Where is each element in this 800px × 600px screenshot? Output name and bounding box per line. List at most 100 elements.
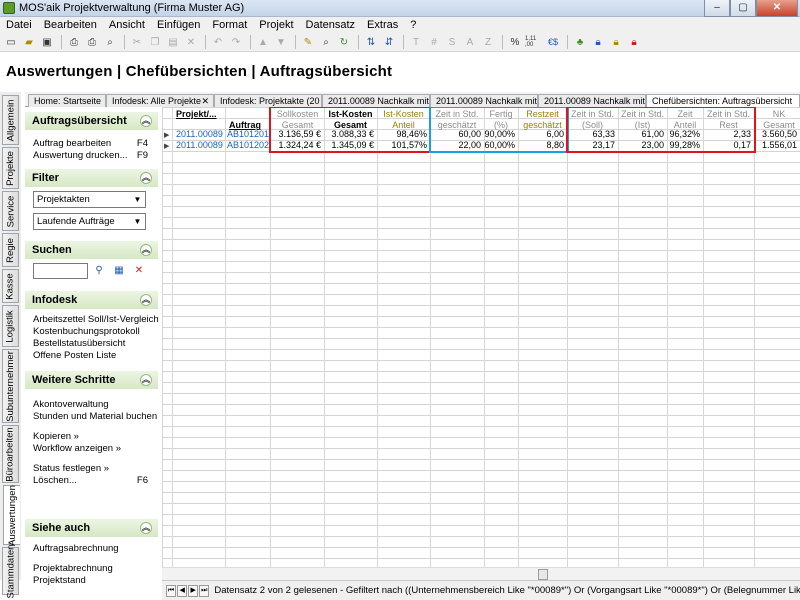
vtab-service[interactable]: Service [2, 191, 19, 231]
panel-header[interactable]: Infodesk ︽ [25, 291, 158, 309]
arrow-down-icon[interactable]: ▼ [273, 34, 289, 50]
paste-icon[interactable]: ▤ [165, 34, 181, 50]
percent-icon[interactable]: % [507, 34, 523, 50]
vtab-auswertungen[interactable]: Auswertungen [3, 485, 20, 545]
chevron-up-icon[interactable]: ︽ [140, 522, 152, 534]
offene-posten-link[interactable]: Offene Posten Liste [25, 350, 158, 362]
auftrag-bearbeiten-link[interactable]: Auftrag bearbeiten F4 [25, 138, 158, 150]
chevron-down-icon[interactable]: ▼ [131, 193, 144, 206]
stunden-material-link[interactable]: Stunden und Material buchen [25, 411, 158, 423]
panel-header[interactable]: Filter ︽ [25, 169, 158, 187]
projektstand-link[interactable]: Projektstand [25, 575, 158, 587]
kopieren-link[interactable]: Kopieren » [25, 431, 158, 443]
save-icon[interactable]: ▣ [39, 34, 55, 50]
cut-icon[interactable]: ✂ [129, 34, 145, 50]
chevron-up-icon[interactable]: ︽ [140, 374, 152, 386]
filter-select-akten[interactable]: Projektakten ▼ [33, 191, 146, 208]
table-cell-auftrag[interactable]: AB101202 [227, 140, 270, 151]
arbeitszettel-link[interactable]: Arbeitszettel Soll/Ist-Vergleich [25, 314, 159, 326]
last-record-icon[interactable]: ⏭ [199, 584, 210, 597]
tab-home[interactable]: Home: Startseite [28, 94, 106, 107]
pencil-icon[interactable]: ✎ [300, 34, 316, 50]
minimize-button[interactable]: – [704, 0, 730, 17]
tab-nachkalk-2[interactable]: 2011.00089 Nachkalk mit [430, 94, 538, 107]
sort-desc-icon[interactable]: ⇵ [381, 34, 397, 50]
tab-auftragsuebersicht[interactable]: Chefübersichten: Auftragsübersicht [646, 94, 800, 108]
table-cell-projekt[interactable]: 2011.00089 [162, 129, 225, 140]
open-icon[interactable]: ▰ [21, 34, 37, 50]
chevron-up-icon[interactable]: ︽ [140, 115, 152, 127]
refresh-icon[interactable]: ↻ [336, 34, 352, 50]
panel-header[interactable]: Suchen ︽ [25, 241, 158, 259]
menu-ansicht[interactable]: Ansicht [103, 19, 151, 31]
preview-icon[interactable]: ⌕ [102, 34, 118, 50]
lock-red-icon[interactable]: 🔒︎ [626, 34, 642, 50]
chevron-down-icon[interactable]: ▼ [131, 215, 144, 228]
vtab-logistik[interactable]: Logistik [2, 305, 19, 347]
first-record-icon[interactable]: ⏮ [166, 584, 177, 597]
search-icon[interactable]: ⌕ [318, 34, 334, 50]
bestellstatus-link[interactable]: Bestellstatusübersicht [25, 338, 158, 350]
delete-icon[interactable]: ✕ [183, 34, 199, 50]
vtab-projekte[interactable]: Projekte [2, 147, 19, 189]
panel-header[interactable]: Auftragsübersicht ︽ [25, 112, 158, 130]
sort-icon[interactable]: ⇅ [363, 34, 379, 50]
chevron-up-icon[interactable]: ︽ [140, 294, 152, 306]
undo-icon[interactable]: ↶ [210, 34, 226, 50]
filter-select-auftraege[interactable]: Laufende Aufträge ▼ [33, 213, 146, 230]
print-preview-icon[interactable]: ⎙ [84, 34, 100, 50]
scrollbar-thumb[interactable] [538, 569, 548, 580]
currency-icon[interactable]: €$ [545, 34, 561, 50]
auswertung-drucken-link[interactable]: Auswertung drucken... F9 [25, 150, 158, 162]
menu-extras[interactable]: Extras [361, 19, 404, 31]
vtab-regie[interactable]: Regie [2, 233, 19, 267]
horizontal-scrollbar[interactable] [162, 567, 800, 580]
vtab-bueroarbeiten[interactable]: Büroarbeiten [2, 425, 19, 483]
menu-projekt[interactable]: Projekt [253, 19, 299, 31]
chevron-up-icon[interactable]: ︽ [140, 172, 152, 184]
panel-header[interactable]: Siehe auch ︽ [25, 519, 158, 537]
s-icon[interactable]: S [444, 34, 460, 50]
new-icon[interactable]: ▭ [3, 34, 19, 50]
table-cell-projekt[interactable]: 2011.00089 [162, 140, 225, 151]
previous-record-icon[interactable]: ◀ [177, 584, 188, 597]
panel-header[interactable]: Weitere Schritte ︽ [25, 371, 158, 389]
tab-alle-projekte[interactable]: Infodesk: Alle Projekte ✕ [106, 94, 214, 107]
tab-projektakte[interactable]: Infodesk: Projektakte (20 [214, 94, 322, 107]
search-input[interactable] [33, 263, 88, 279]
table-cell-auftrag[interactable]: AB101201 [227, 129, 270, 140]
akontoverwaltung-link[interactable]: Akontoverwaltung [25, 399, 158, 411]
tab-nachkalk-3[interactable]: 2011.00089 Nachkalk mit [538, 94, 646, 107]
a-icon[interactable]: A [462, 34, 478, 50]
kostenbuchung-link[interactable]: Kostenbuchungsprotokoll [25, 326, 158, 338]
filter-selection-icon[interactable]: ▦ [111, 263, 127, 279]
next-record-icon[interactable]: ▶ [188, 584, 199, 597]
lock-blue-icon[interactable]: 🔒︎ [590, 34, 606, 50]
hash-icon[interactable]: # [426, 34, 442, 50]
chevron-up-icon[interactable]: ︽ [140, 244, 152, 256]
menu-datensatz[interactable]: Datensatz [300, 19, 362, 31]
clear-filter-icon[interactable]: ✕ [131, 263, 147, 279]
lock-yellow-icon[interactable]: 🔒︎ [608, 34, 624, 50]
menu-bearbeiten[interactable]: Bearbeiten [38, 19, 103, 31]
users-icon[interactable]: ♣ [572, 34, 588, 50]
loeschen-link[interactable]: Löschen... F6 [25, 475, 158, 487]
redo-icon[interactable]: ↷ [228, 34, 244, 50]
vtab-kasse[interactable]: Kasse [2, 269, 19, 303]
menu-datei[interactable]: Datei [0, 19, 38, 31]
menu-einfuegen[interactable]: Einfügen [151, 19, 206, 31]
vtab-stammdaten[interactable]: Stammdaten [2, 544, 19, 598]
filter-search-icon[interactable]: ⚲ [91, 263, 107, 279]
text-t-icon[interactable]: T [408, 34, 424, 50]
auftragsabrechnung-link[interactable]: Auftragsabrechnung [25, 543, 158, 555]
close-button[interactable]: ✕ [756, 0, 798, 17]
arrow-up-icon[interactable]: ▲ [255, 34, 271, 50]
projektabrechnung-link[interactable]: Projektabrechnung [25, 563, 158, 575]
menu-help[interactable]: ? [404, 19, 422, 31]
z-icon[interactable]: Z [480, 34, 496, 50]
vtab-allgemein[interactable]: Allgemein [2, 95, 19, 145]
vtab-subunternehmer[interactable]: Subunternehmer [2, 349, 19, 423]
status-festlegen-link[interactable]: Status festlegen » [25, 463, 158, 475]
workflow-link[interactable]: Workflow anzeigen » [25, 443, 158, 455]
tab-nachkalk-1[interactable]: 2011.00089 Nachkalk mit [322, 94, 430, 107]
